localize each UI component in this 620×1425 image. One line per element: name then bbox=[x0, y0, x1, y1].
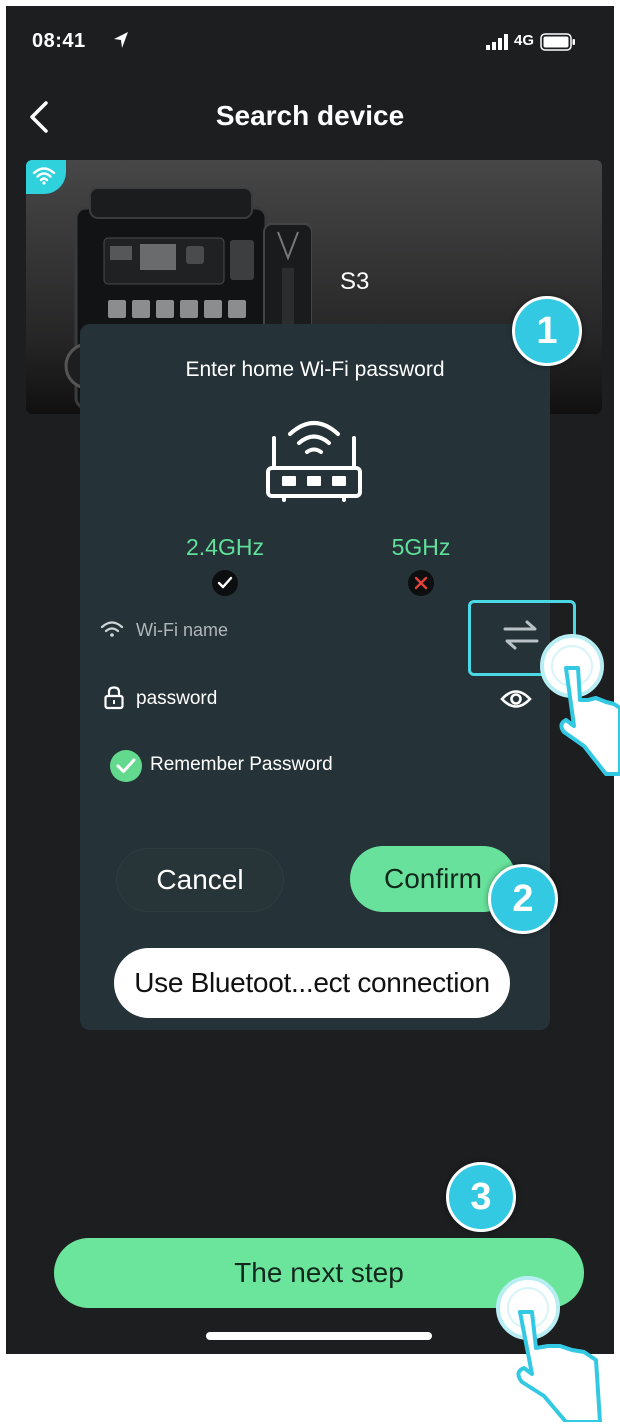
device-name: S3 bbox=[340, 268, 370, 295]
wifi-name-field[interactable]: Wi-Fi name bbox=[136, 620, 228, 641]
router-icon bbox=[266, 421, 362, 502]
remember-checkbox[interactable] bbox=[110, 750, 142, 782]
nav-bar: Search device bbox=[6, 86, 614, 146]
signal-bars-icon bbox=[486, 34, 508, 50]
check-icon bbox=[116, 758, 136, 773]
home-indicator bbox=[206, 1332, 432, 1340]
cancel-button[interactable]: Cancel bbox=[116, 848, 284, 912]
band-24ghz-status bbox=[212, 570, 238, 596]
bluetooth-connection-button[interactable]: Use Bluetoot...ect connection bbox=[114, 948, 510, 1018]
battery-icon bbox=[540, 33, 575, 51]
step-marker-1: 1 bbox=[512, 296, 582, 366]
remember-password-label: Remember Password bbox=[150, 754, 333, 775]
password-field[interactable]: password bbox=[136, 688, 217, 710]
check-icon bbox=[217, 576, 233, 589]
tap-hand-icon bbox=[540, 634, 620, 776]
lock-icon bbox=[104, 686, 124, 710]
tap-hand-icon bbox=[496, 1276, 602, 1422]
step-marker-3: 3 bbox=[446, 1162, 516, 1232]
swap-arrows-icon bbox=[503, 620, 539, 650]
band-5ghz-status bbox=[408, 570, 434, 596]
phone-screen: 08:41 4G Search device S3 Enter home Wi-… bbox=[6, 6, 614, 1354]
wifi-icon bbox=[32, 167, 56, 185]
cross-icon bbox=[414, 576, 428, 590]
eye-icon[interactable] bbox=[500, 688, 532, 710]
wifi-password-dialog: Enter home Wi-Fi password 2.4GHz 5GHz Wi… bbox=[80, 324, 576, 1030]
location-arrow-icon bbox=[114, 32, 128, 48]
status-time: 08:41 bbox=[32, 30, 86, 52]
dialog-title: Enter home Wi-Fi password bbox=[185, 358, 445, 381]
band-5ghz-label: 5GHz bbox=[391, 534, 451, 560]
status-bar: 08:41 4G bbox=[6, 6, 614, 78]
step-marker-2: 2 bbox=[488, 864, 558, 934]
wifi-icon bbox=[100, 621, 124, 637]
band-24ghz-label: 2.4GHz bbox=[186, 534, 264, 560]
page-title: Search device bbox=[215, 100, 405, 131]
network-label: 4G bbox=[514, 32, 535, 49]
